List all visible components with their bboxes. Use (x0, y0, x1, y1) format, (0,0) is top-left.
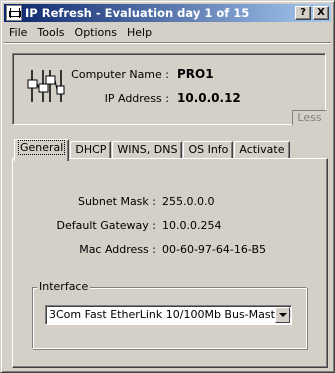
help-button[interactable]: ? (295, 6, 311, 20)
interface-selected-value: 3Com Fast EtherLink 10/100Mb Bus-Master … (49, 308, 292, 321)
tab-general-label: General (17, 140, 66, 155)
default-gateway-row: Default Gateway : 10.0.0.254 (13, 217, 313, 233)
computer-name-value: PRO1 (177, 67, 214, 81)
subnet-mask-value: 255.0.0.0 (162, 194, 215, 208)
title-bar[interactable]: IP Refresh - Evaluation day 1 of 15 ? X (4, 4, 331, 22)
chevron-down-icon[interactable] (275, 307, 290, 323)
ip-address-row: IP Address : 10.0.0.12 (13, 90, 313, 106)
close-button[interactable]: X (313, 6, 329, 20)
menu-file[interactable]: File (4, 26, 32, 39)
window-title: IP Refresh - Evaluation day 1 of 15 (25, 6, 250, 20)
default-gateway-label: Default Gateway : (56, 218, 156, 232)
general-tab-panel: Subnet Mask : 255.0.0.0 Default Gateway … (12, 158, 328, 368)
tab-general[interactable]: General (14, 139, 70, 161)
subnet-mask-row: Subnet Mask : 255.0.0.0 (13, 193, 313, 209)
ip-address-value: 10.0.0.12 (177, 91, 241, 105)
menu-bar: File Tools Options Help (4, 23, 331, 41)
default-gateway-value: 10.0.0.254 (162, 218, 222, 232)
computer-info-panel: Computer Name : PRO1 IP Address : 10.0.0… (12, 53, 326, 125)
tab-strip: General DHCP WINS, DNS OS Info Activate (14, 139, 291, 161)
menu-tools[interactable]: Tools (32, 26, 69, 39)
interface-group-title: Interface (37, 280, 91, 293)
interface-select[interactable]: 3Com Fast EtherLink 10/100Mb Bus-Master … (45, 305, 292, 325)
mac-address-label: Mac Address : (79, 242, 156, 256)
mac-address-value: 00-60-97-64-16-B5 (162, 242, 266, 256)
app-window: IP Refresh - Evaluation day 1 of 15 ? X … (0, 0, 335, 373)
app-icon[interactable] (6, 5, 22, 21)
less-button[interactable]: Less (292, 110, 326, 125)
ip-address-label: IP Address : (104, 91, 169, 105)
mac-address-row: Mac Address : 00-60-97-64-16-B5 (13, 241, 313, 257)
computer-name-row: Computer Name : PRO1 (13, 66, 313, 82)
subnet-mask-label: Subnet Mask : (77, 194, 156, 208)
computer-name-label: Computer Name : (71, 67, 169, 81)
menu-help[interactable]: Help (122, 26, 157, 39)
menu-separator (4, 42, 331, 44)
interface-groupbox: Interface 3Com Fast EtherLink 10/100Mb B… (32, 280, 307, 349)
menu-options[interactable]: Options (70, 26, 122, 39)
